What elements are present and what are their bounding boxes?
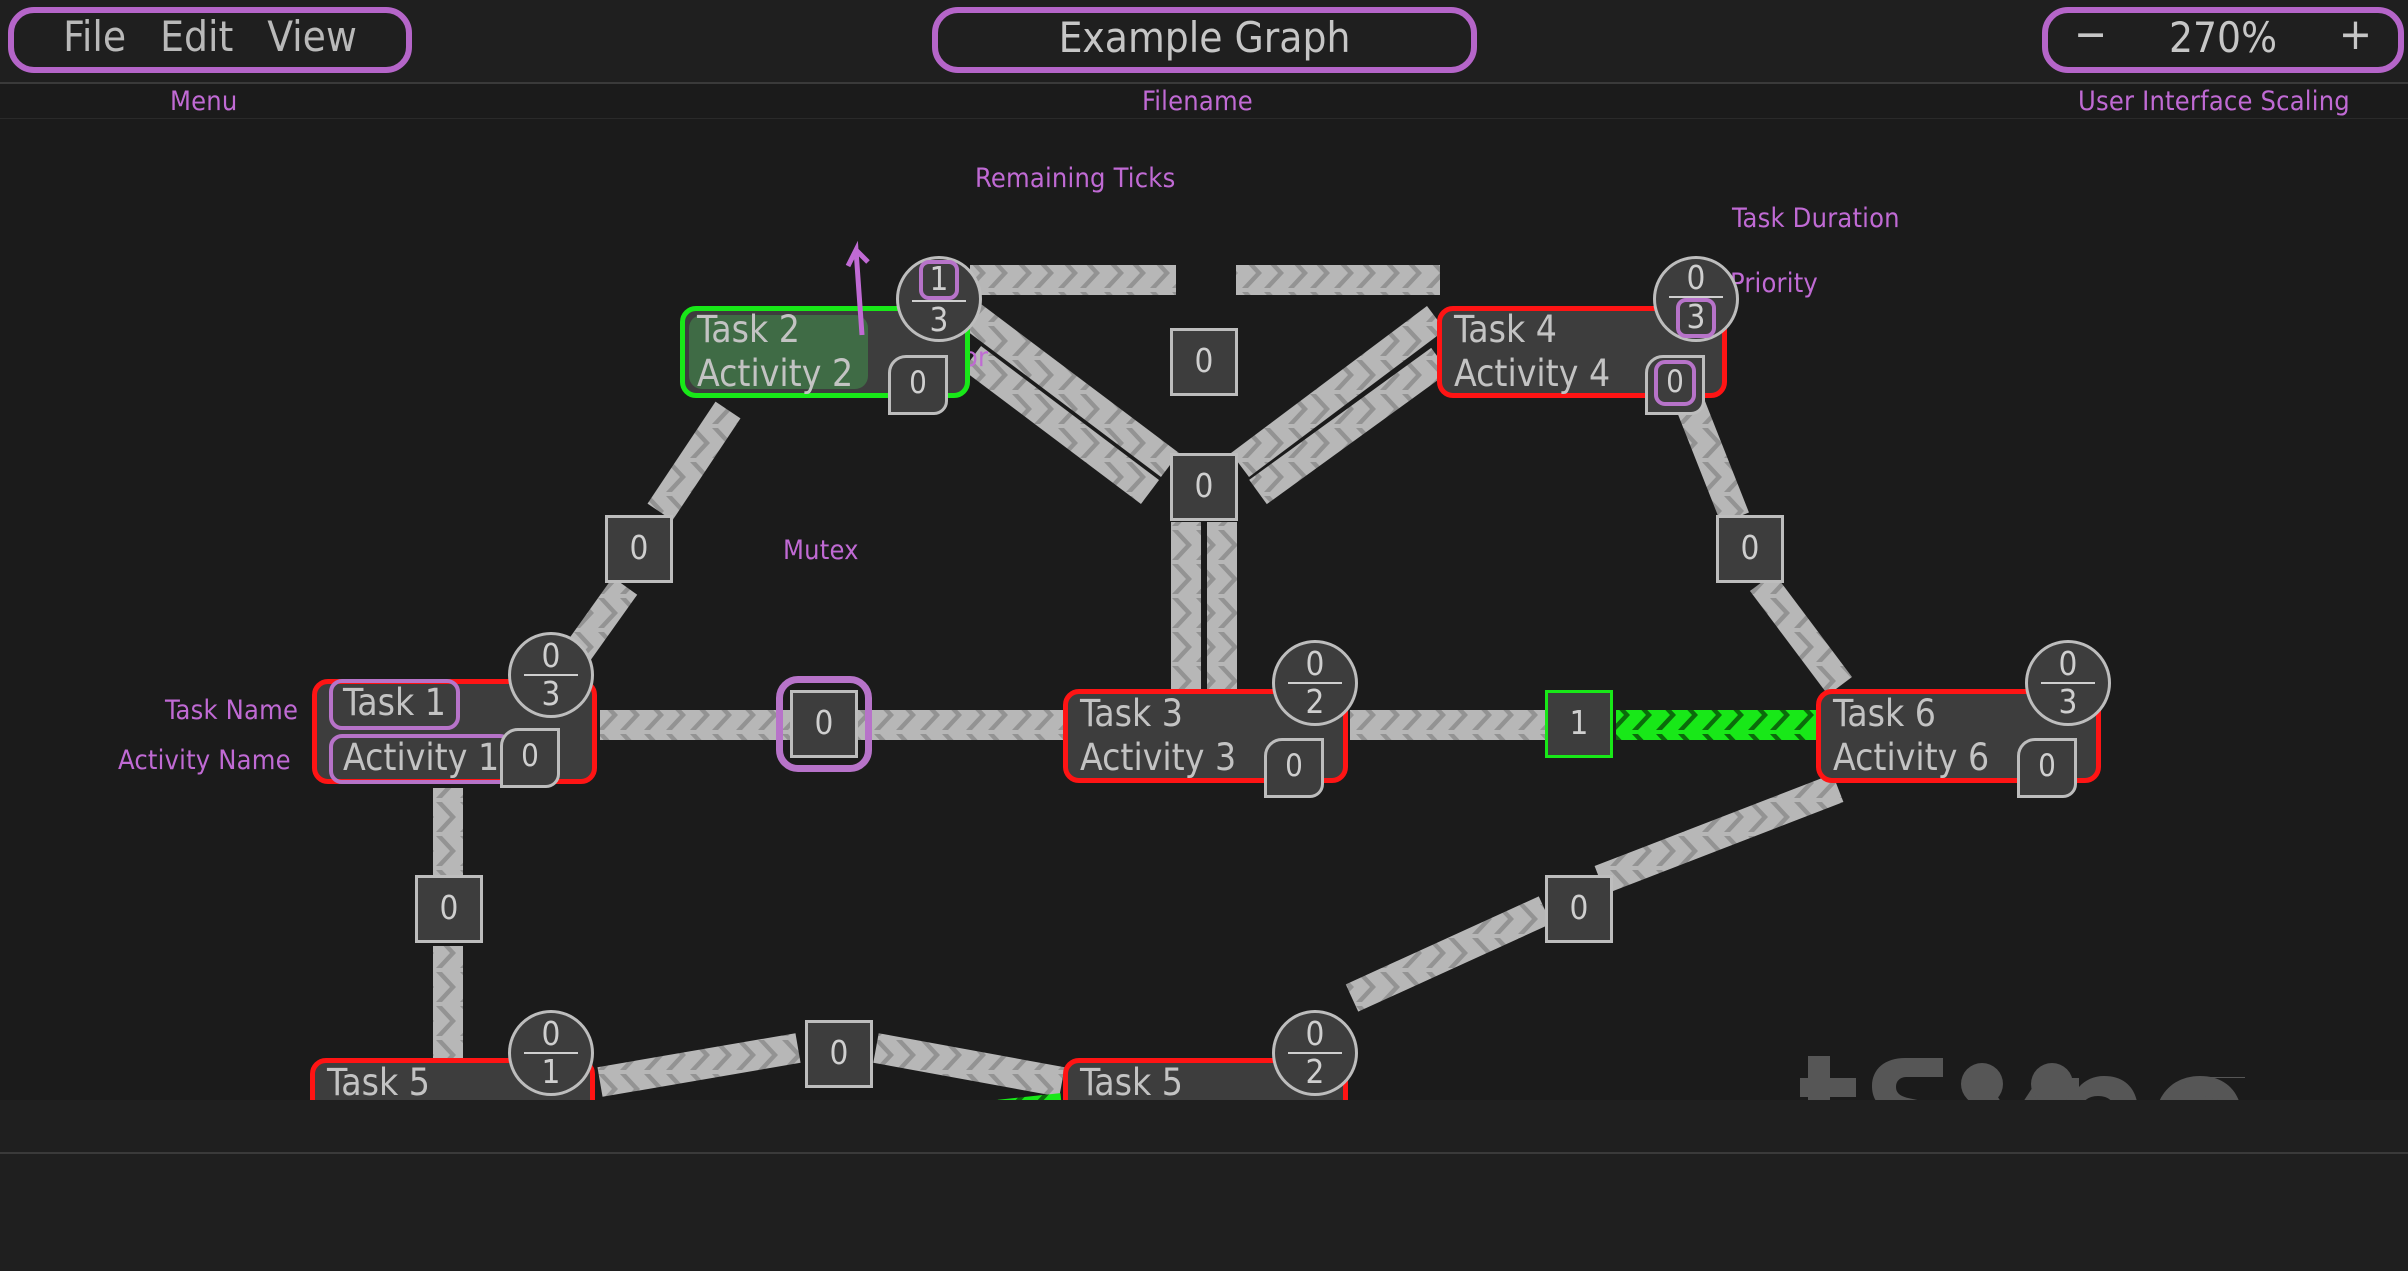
menu-item-view[interactable]: View [250,16,374,58]
priority-value-task6: 0 [2038,748,2056,784]
priority-box-task6: 0 [2017,738,2077,798]
resource-value: 0 [1569,887,1589,927]
label-task-name: Task Name [165,695,299,726]
label-ui-scaling: User Interface Scaling [2078,86,2350,117]
remaining-ticks-task5a: 0 [1305,1013,1325,1053]
priority-value-task4: 0 [1654,360,1696,406]
zoom-out-button[interactable]: − [2074,13,2107,57]
priority-value-task2: 0 [909,365,927,401]
menu-bar[interactable]: File Edit View [8,7,412,73]
ticks-circle-task5a: 0 2 [1272,1010,1358,1096]
ticks-circle-task6: 0 3 [2025,640,2111,726]
remaining-ticks-task1: 0 [541,635,561,675]
ticks-circle-task3: 0 2 [1272,640,1358,726]
ticks-circle-task5b: 0 1 [508,1010,594,1096]
resource-node-task4-task6[interactable]: 0 [1716,515,1784,583]
remaining-ticks-task5b: 0 [541,1013,561,1053]
remaining-ticks-task2: 1 [918,259,960,300]
priority-value-task1: 0 [521,738,539,774]
task-duration-task4: 3 [1675,298,1717,339]
resource-value: 0 [829,1032,849,1072]
resource-value: 0 [439,887,459,927]
mutex-highlight [776,676,872,772]
resource-value: 0 [1194,340,1214,380]
task-duration-task3: 2 [1305,682,1325,721]
zoom-level-value: 270% [2168,12,2277,62]
remaining-ticks-task6: 0 [2058,643,2078,683]
label-task-duration: Task Duration [1732,203,1900,234]
label-mutex: Mutex [783,535,859,566]
resource-value: 1 [1569,702,1589,742]
zoom-in-button[interactable]: + [2339,13,2372,57]
menu-item-file[interactable]: File [46,16,143,58]
remaining-ticks-task4: 0 [1686,257,1706,297]
label-priority: Priority [1730,268,1818,299]
task-name-task1: Task 1 [329,678,460,730]
label-activity-name: Activity Name [118,745,291,776]
ticks-circle-task2: 1 3 [896,256,982,342]
task-duration-task5b: 1 [541,1052,561,1091]
task-duration-task1: 3 [541,674,561,713]
bottom-toolbar: 1.0 ticks per second 0 ticks remaining S… [0,1154,2408,1271]
task-duration-task2: 3 [929,300,949,339]
resource-value: 0 [1740,527,1760,567]
resource-node-task5-upper[interactable]: 0 [805,1020,873,1088]
resource-node-task2-task4[interactable]: 0 [1170,328,1238,396]
priority-box-task1: 0 [500,728,560,788]
resource-node-task3-task6[interactable]: 1 [1545,690,1613,758]
task-duration-task5a: 2 [1305,1052,1325,1091]
label-filename: Filename [1142,86,1253,117]
ticks-circle-task4: 0 3 [1653,256,1739,342]
application-window: File Edit View Example Graph − 270% + Me… [0,0,2408,1271]
filename-field[interactable]: Example Graph [932,7,1477,73]
toolbar-divider [0,82,2408,84]
menu-item-edit[interactable]: Edit [143,16,250,58]
ui-scaling-control[interactable]: − 270% + [2042,7,2404,73]
priority-box-task3: 0 [1264,738,1324,798]
resource-value: 0 [1194,465,1214,505]
header-bottom-divider [0,118,2408,119]
graph-edges [433,265,1852,1100]
graph-canvas[interactable]: Remaining Ticks Task Duration Priority P… [0,120,2408,1100]
resource-node-center[interactable]: 0 [1170,453,1238,521]
activity-name-task1: Activity 1 [329,733,514,785]
resource-node-task1-task2[interactable]: 0 [605,515,673,583]
priority-value-task3: 0 [1285,748,1303,784]
task-duration-task6: 3 [2058,682,2078,721]
tsyncs-logo [1800,1056,2245,1100]
priority-box-task2: 0 [888,355,948,415]
filename-text: Example Graph [1058,12,1351,62]
resource-value: 0 [629,527,649,567]
label-remaining-ticks: Remaining Ticks [975,163,1176,194]
label-menu: Menu [170,86,238,117]
priority-box-task4: 0 [1645,355,1705,415]
remaining-ticks-task3: 0 [1305,643,1325,683]
top-toolbar: File Edit View Example Graph − 270% + [0,0,2408,82]
ticks-circle-task1: 0 3 [508,632,594,718]
resource-node-task1-task5b[interactable]: 0 [415,875,483,943]
bottom-label-strip: Animation Speed Scheduled Ticks Run sing… [0,1100,2408,1152]
resource-node-task6-task5a[interactable]: 0 [1545,875,1613,943]
